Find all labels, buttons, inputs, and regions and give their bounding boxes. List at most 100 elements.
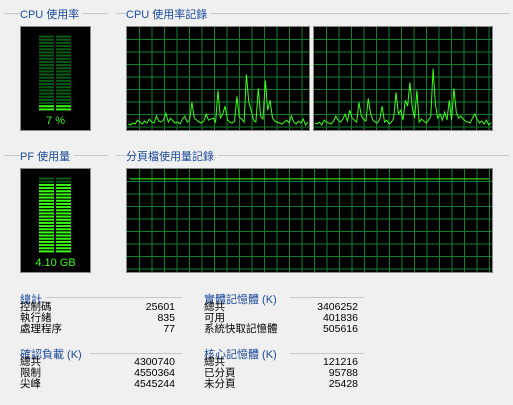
cpu-meter-segment <box>39 67 54 70</box>
cpu-meter-segment <box>56 105 71 108</box>
cpu-meter-segment <box>56 54 71 57</box>
pf-history-chart <box>127 169 492 272</box>
physical-divider <box>290 297 364 298</box>
cpu-meter-segment <box>56 92 71 95</box>
pf-meter-segment <box>56 212 71 215</box>
cpu-meter-segment <box>56 41 71 44</box>
pf-meter-segment <box>56 196 71 199</box>
cpu-usage-title: CPU 使用率 <box>20 6 84 22</box>
pf-meter-segment <box>39 180 54 183</box>
cpu-meter-segment <box>56 64 71 67</box>
cpu-history-chart-1 <box>127 27 309 130</box>
pf-usage-title: PF 使用量 <box>20 148 75 164</box>
cpu-meter-segment <box>56 67 71 70</box>
pf-meter-segment <box>39 237 54 240</box>
cpu-meter-segment <box>56 98 71 101</box>
cpu-meter-segment <box>39 105 54 108</box>
pf-meter-segment <box>39 250 54 253</box>
totals-processes-value: 77 <box>163 323 175 335</box>
pf-meter-segment <box>39 247 54 250</box>
cpu-meter-segment <box>39 73 54 76</box>
pf-meter-segment <box>39 240 54 243</box>
pf-meter-bars <box>39 177 71 253</box>
pf-meter-segment <box>56 187 71 190</box>
pf-meter-segment <box>56 190 71 193</box>
pf-meter-segment <box>39 218 54 221</box>
pf-meter-segment <box>39 244 54 247</box>
pf-meter-segment <box>56 221 71 224</box>
cpu-meter-segment <box>56 86 71 89</box>
cpu-meter-segment <box>39 76 54 79</box>
pf-meter-segment <box>39 193 54 196</box>
cpu-meter-segment <box>56 73 71 76</box>
cpu-meter-segment <box>39 60 54 63</box>
pf-meter-segment <box>56 206 71 209</box>
cpu-meter-segment <box>39 51 54 54</box>
pf-meter-segment <box>39 177 54 180</box>
cpu-meter-segment <box>56 89 71 92</box>
cpu-meter-segment <box>39 70 54 73</box>
cpu-meter-segment <box>39 41 54 44</box>
pf-meter-segment <box>56 183 71 186</box>
pf-meter-segment <box>39 196 54 199</box>
cpu-meter-segment <box>56 51 71 54</box>
cpu-meter-segment <box>39 95 54 98</box>
cpu-meter-segment <box>39 64 54 67</box>
pf-meter-segment <box>39 209 54 212</box>
pf-meter-segment <box>56 215 71 218</box>
pf-meter-segment <box>56 244 71 247</box>
pf-usage-value: 4.10 GB <box>35 257 76 269</box>
cpu-meter-segment <box>56 70 71 73</box>
pf-meter-segment <box>56 250 71 253</box>
cpu-history-graph-2 <box>313 26 493 131</box>
pf-meter-segment <box>56 177 71 180</box>
totals-row-processes: 處理程序 77 <box>20 324 175 335</box>
cpu-meter-segment <box>39 98 54 101</box>
cpu-meter-segment <box>39 35 54 38</box>
pf-meter-segment <box>39 234 54 237</box>
pf-meter-segment <box>56 218 71 221</box>
pf-meter-segment <box>56 202 71 205</box>
pf-meter-segment <box>56 180 71 183</box>
kernel-divider <box>290 353 364 354</box>
cpu-meter-segment <box>39 102 54 105</box>
pf-meter-segment <box>39 206 54 209</box>
cpu-meter-segment <box>56 83 71 86</box>
totals-processes-label: 處理程序 <box>20 323 62 335</box>
cpu-meter-segment <box>56 76 71 79</box>
pf-meter-segment <box>56 193 71 196</box>
pf-meter-segment <box>56 247 71 250</box>
pf-meter-segment <box>39 225 54 228</box>
kernel-row-nonpaged: 未分頁 25428 <box>204 379 358 390</box>
pf-meter-segment <box>56 234 71 237</box>
cpu-history-title: CPU 使用率記錄 <box>126 6 212 22</box>
pf-meter-segment <box>56 225 71 228</box>
pf-meter-segment <box>39 221 54 224</box>
cpu-meter-segment <box>56 79 71 82</box>
cpu-usage-value: 7 % <box>46 115 65 127</box>
cpu-meter-segment <box>56 48 71 51</box>
pf-history-graph <box>126 168 493 273</box>
pf-meter-segment <box>39 231 54 234</box>
pf-meter-segment <box>39 199 54 202</box>
pf-meter-segment <box>56 240 71 243</box>
cpu-meter-segment <box>56 57 71 60</box>
cpu-meter-segment <box>56 95 71 98</box>
commit-peak-label: 尖峰 <box>20 378 41 390</box>
cpu-meter-segment <box>39 79 54 82</box>
cpu-meter-segment <box>39 45 54 48</box>
cpu-meter-bars <box>39 35 71 111</box>
pf-usage-meter: 4.10 GB <box>20 168 91 273</box>
pf-meter-segment <box>56 199 71 202</box>
cpu-meter-segment <box>39 86 54 89</box>
cpu-meter-segment <box>56 38 71 41</box>
pf-meter-segment <box>56 231 71 234</box>
kernel-nonpaged-value: 25428 <box>328 378 358 390</box>
pf-history-title: 分頁檔使用量記錄 <box>126 148 218 164</box>
totals-divider <box>46 297 182 298</box>
cpu-meter-segment <box>56 60 71 63</box>
commit-divider <box>90 353 182 354</box>
cpu-meter-segment <box>39 92 54 95</box>
cpu-meter-segment <box>56 45 71 48</box>
cpu-meter-segment <box>56 35 71 38</box>
